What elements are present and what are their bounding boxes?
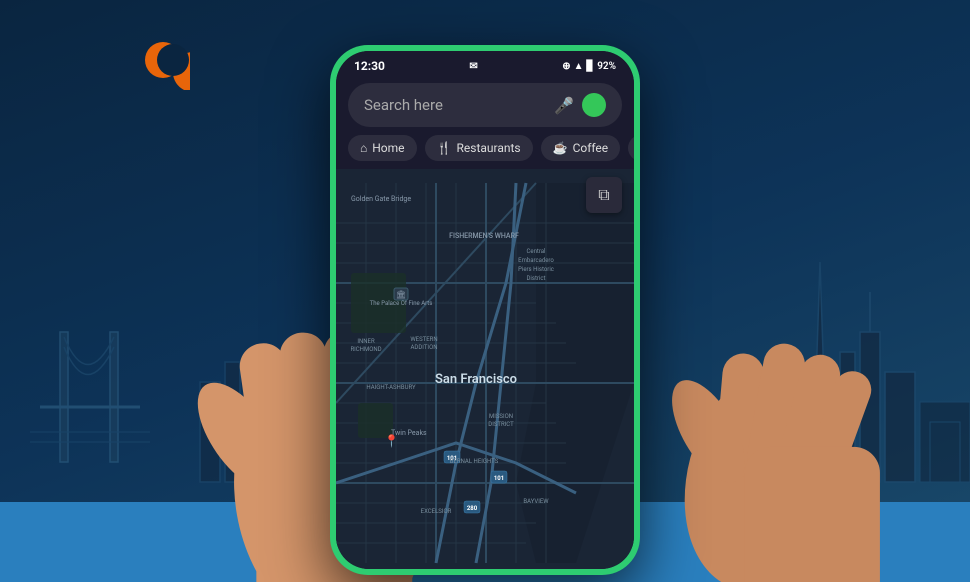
svg-text:HAIGHT-ASHBURY: HAIGHT-ASHBURY — [366, 384, 416, 391]
filter-bars[interactable]: ▽ B — [628, 135, 634, 161]
layers-button[interactable]: ⧉ — [586, 177, 622, 213]
filter-coffee[interactable]: ☕ Coffee — [541, 135, 621, 161]
map-roads: 101 280 101 FISHERMEN'S WHARF Central Em… — [336, 169, 634, 569]
location-icon: ⊕ — [562, 61, 570, 72]
profile-dot[interactable] — [582, 93, 606, 117]
svg-text:280: 280 — [467, 505, 478, 512]
home-icon: ⌂ — [360, 141, 367, 155]
svg-text:DISTRICT: DISTRICT — [488, 421, 514, 428]
phone-screen: 12:30 ✉ ⊕ ▲ ▊ 92% Search here 🎤 ⌂ — [336, 51, 634, 569]
search-bar[interactable]: Search here 🎤 — [348, 83, 622, 127]
filter-restaurants[interactable]: 🍴 Restaurants — [425, 135, 533, 161]
svg-text:INNER: INNER — [357, 338, 375, 345]
svg-text:BAYVIEW: BAYVIEW — [523, 498, 549, 505]
restaurant-icon: 🍴 — [437, 141, 452, 155]
coffee-icon: ☕ — [553, 141, 568, 155]
svg-text:WESTERN: WESTERN — [410, 336, 437, 343]
svg-text:San Francisco: San Francisco — [435, 372, 517, 387]
svg-text:ADDITION: ADDITION — [411, 344, 438, 351]
svg-text:Golden Gate Bridge: Golden Gate Bridge — [351, 195, 411, 203]
svg-text:101: 101 — [494, 475, 504, 482]
battery-indicator: 92% — [597, 61, 616, 72]
signal-icon: ▊ — [586, 61, 594, 72]
status-icons: ⊕ ▲ ▊ 92% — [562, 61, 616, 72]
filter-home-label: Home — [372, 141, 404, 155]
svg-text:FISHERMEN'S WHARF: FISHERMEN'S WHARF — [449, 232, 519, 240]
status-bar: 12:30 ✉ ⊕ ▲ ▊ 92% — [336, 51, 634, 77]
quick-filters: ⌂ Home 🍴 Restaurants ☕ Coffee ▽ B — [336, 135, 634, 169]
svg-text:📍: 📍 — [384, 434, 399, 448]
svg-text:The Palace Of Fine Arts: The Palace Of Fine Arts — [370, 300, 433, 307]
svg-text:Piers Historic: Piers Historic — [518, 266, 554, 273]
status-time: 12:30 — [354, 59, 385, 73]
svg-text:Embarcadero: Embarcadero — [518, 257, 554, 264]
svg-text:BERNAL HEIGHTS: BERNAL HEIGHTS — [450, 458, 499, 465]
search-placeholder: Search here — [364, 96, 554, 114]
layers-icon: ⧉ — [598, 185, 609, 205]
filter-home[interactable]: ⌂ Home — [348, 135, 417, 161]
svg-text:🏛: 🏛 — [396, 290, 406, 299]
filter-restaurants-label: Restaurants — [457, 141, 521, 155]
filter-coffee-label: Coffee — [573, 141, 609, 155]
wifi-icon: ▲ — [574, 61, 584, 72]
search-container: Search here 🎤 — [336, 77, 634, 135]
svg-text:MISSION: MISSION — [489, 413, 513, 420]
svg-text:Central: Central — [526, 248, 545, 255]
phone-frame: 12:30 ✉ ⊕ ▲ ▊ 92% Search here 🎤 ⌂ — [330, 45, 640, 575]
map-area[interactable]: 101 280 101 FISHERMEN'S WHARF Central Em… — [336, 169, 634, 569]
svg-text:EXCELSIOR: EXCELSIOR — [421, 508, 452, 515]
email-icon: ✉ — [469, 61, 477, 72]
mic-icon[interactable]: 🎤 — [554, 96, 574, 115]
svg-text:District: District — [526, 275, 545, 282]
search-icons: 🎤 — [554, 93, 606, 117]
svg-text:RICHMOND: RICHMOND — [350, 346, 381, 353]
